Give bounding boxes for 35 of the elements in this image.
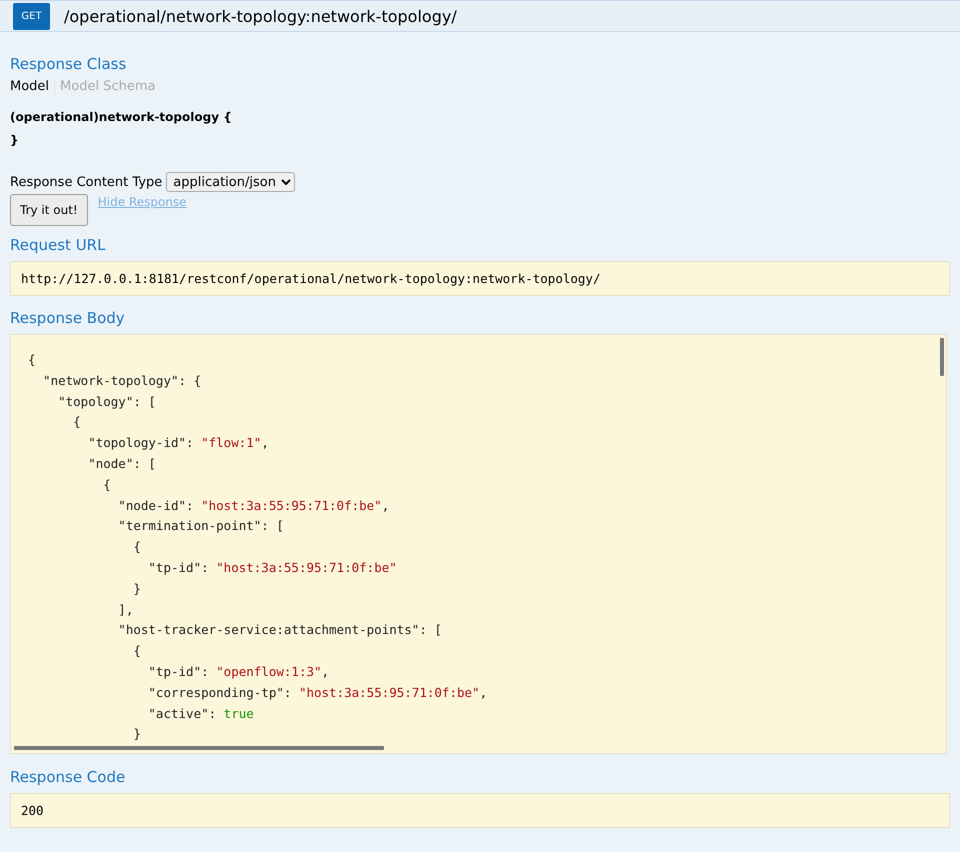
endpoint-path[interactable]: /operational/network-topology:network-topology/ [64, 6, 457, 26]
code-line: } [132, 580, 141, 598]
code-line: "host-tracker-service:attachment-points": [ [117, 621, 442, 640]
response-code-text: 200 [10, 793, 950, 828]
code-line: "tp-id": "openflow:1:3", [147, 662, 330, 681]
section-heading: Request URL [10, 236, 106, 254]
section-heading: Response Class [10, 55, 128, 73]
code-line: "node": [ [87, 454, 156, 473]
try-button[interactable]: Try it out! [10, 194, 88, 226]
model-tab[interactable]: Model [10, 79, 54, 94]
code-line: "termination-point": [ [117, 517, 284, 536]
code-line: "node-id": "host:3a:55:95:71:0f:be", [117, 496, 390, 515]
code-line: "active": true [147, 704, 254, 723]
code-line: { [102, 476, 111, 494]
method-badge[interactable]: GET [13, 2, 50, 30]
section-heading: Response Body [10, 309, 126, 327]
horizontal-scrollbar[interactable] [14, 746, 384, 750]
model-text: (operational)network-topology { [10, 109, 233, 126]
code-line: { [132, 642, 141, 660]
content-type-dropdown[interactable]: application/json [166, 172, 296, 192]
code-line: "corresponding-tp": "host:3a:55:95:71:0f:be", [147, 684, 488, 702]
code-line: "tp-id": "host:3a:55:95:71:0f:be" [147, 558, 397, 577]
section-heading: Response Code [10, 768, 126, 786]
code-line: { [132, 538, 141, 556]
request-url-text: http://127.0.0.1:8181/restconf/operational/network-topology:network-topology/ [10, 261, 950, 296]
code-line: { [28, 351, 36, 369]
code-line: "network-topology": { [42, 372, 202, 390]
code-line: "topology-id": "flow:1", [87, 434, 269, 452]
code-line: "topology": [ [57, 392, 156, 411]
code-line: ], [117, 600, 134, 619]
content-type-label: Response Content Type [10, 174, 162, 190]
model-text: } [10, 132, 20, 149]
vertical-scrollbar[interactable] [940, 338, 944, 376]
code-line: { [72, 413, 81, 432]
code-line: } [132, 725, 141, 744]
